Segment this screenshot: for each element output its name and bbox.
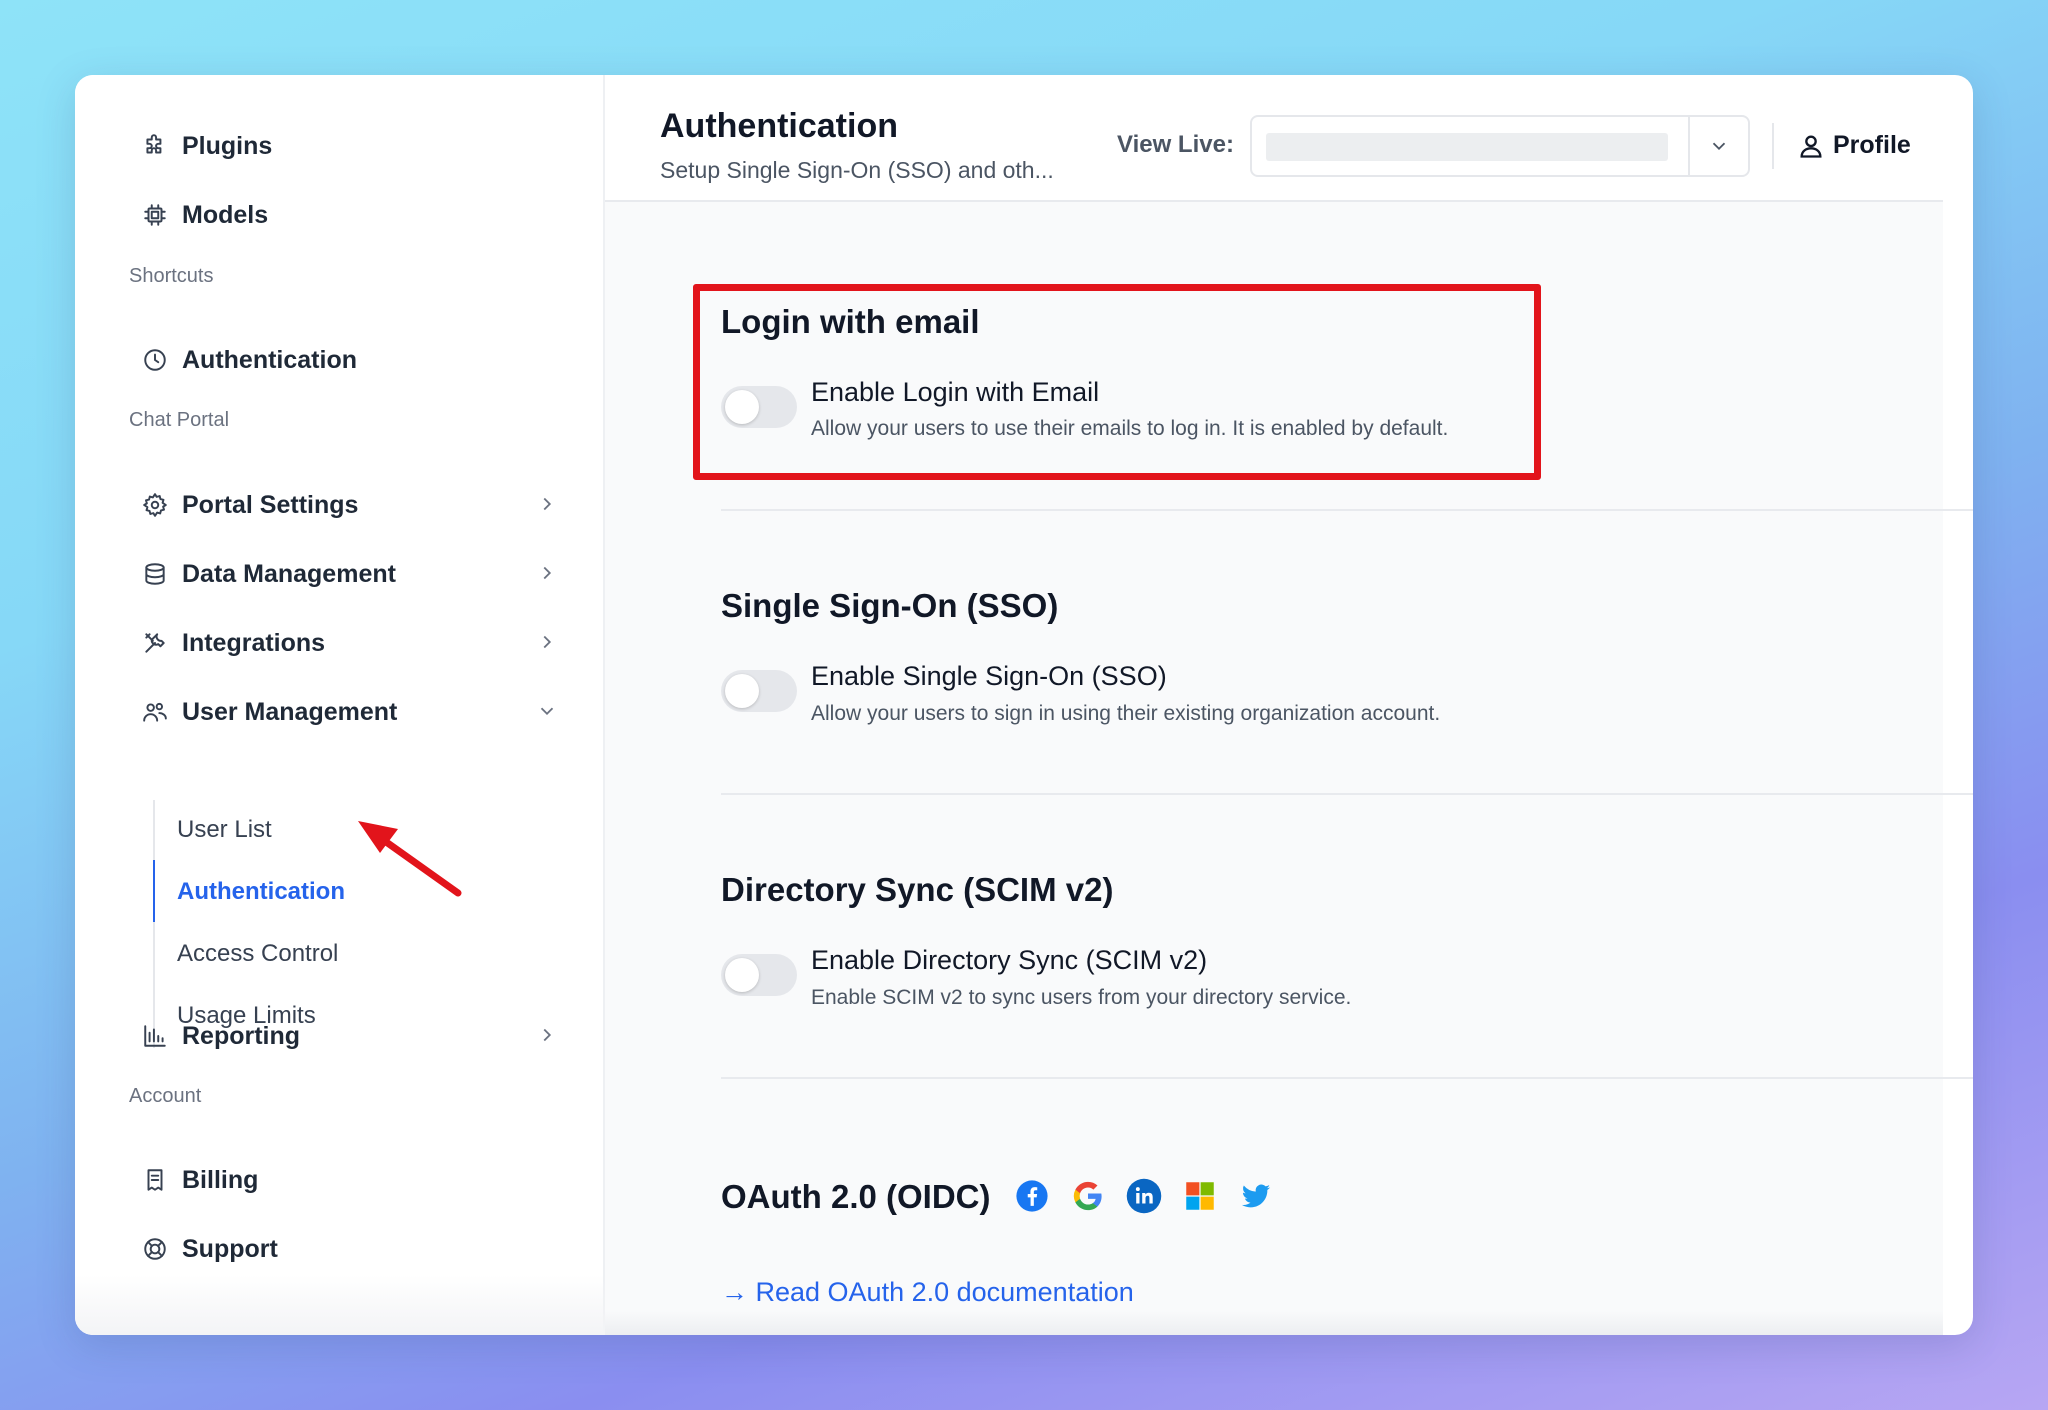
gear-icon bbox=[140, 490, 170, 520]
sidebar-item-billing[interactable]: Billing bbox=[140, 1155, 560, 1205]
main-fade bbox=[605, 1311, 1943, 1335]
sub-item-authentication[interactable]: Authentication bbox=[177, 878, 345, 906]
clock-icon bbox=[140, 345, 170, 375]
section-title-oauth: OAuth 2.0 (OIDC) bbox=[721, 1178, 991, 1215]
puzzle-icon bbox=[140, 131, 170, 161]
view-live-dropdown-button[interactable] bbox=[1688, 117, 1748, 175]
option-title-scim: Enable Directory Sync (SCIM v2) bbox=[811, 945, 1208, 975]
sidebar-item-plugins[interactable]: Plugins bbox=[140, 121, 560, 171]
lifebuoy-icon bbox=[140, 1234, 170, 1264]
header-divider bbox=[1772, 123, 1774, 169]
sidebar-item-label: User Management bbox=[182, 697, 398, 726]
view-live-label: View Live: bbox=[1117, 131, 1234, 158]
read-oauth-docs-link[interactable]: → Read OAuth 2.0 documentation bbox=[721, 1277, 1134, 1308]
chevron-right-icon bbox=[536, 562, 560, 586]
view-live-value[interactable] bbox=[1266, 133, 1668, 161]
option-desc-email: Allow your users to use their emails to … bbox=[811, 417, 1449, 440]
sidebar-item-portal-settings[interactable]: Portal Settings bbox=[140, 480, 560, 530]
app-window: Plugins Models Shortcuts Authentication … bbox=[75, 75, 1973, 1335]
option-desc-sso: Allow your users to sign in using their … bbox=[811, 702, 1441, 725]
oauth-provider-icons bbox=[1014, 1178, 1274, 1214]
section-title-email: Login with email bbox=[721, 303, 980, 340]
page-subtitle: Setup Single Sign-On (SSO) and oth... bbox=[660, 157, 1054, 183]
sidebar-item-label: Integrations bbox=[182, 628, 326, 657]
twitter-icon[interactable] bbox=[1238, 1178, 1274, 1214]
section-title-scim: Directory Sync (SCIM v2) bbox=[721, 871, 1114, 908]
main-content: Authentication Setup Single Sign-On (SSO… bbox=[605, 75, 1973, 1335]
section-divider bbox=[721, 509, 1973, 511]
sidebar-item-label: Billing bbox=[182, 1165, 259, 1194]
annotation-arrow-icon bbox=[358, 821, 462, 897]
chevron-right-icon bbox=[536, 493, 560, 517]
section-heading-shortcuts: Shortcuts bbox=[129, 265, 214, 287]
chevron-right-icon bbox=[536, 1024, 560, 1048]
users-icon bbox=[140, 697, 170, 727]
toggle-login-email[interactable] bbox=[721, 386, 797, 428]
google-icon[interactable] bbox=[1070, 1178, 1106, 1214]
section-heading-chat-portal: Chat Portal bbox=[129, 409, 230, 431]
sidebar-item-label: Reporting bbox=[182, 1021, 301, 1050]
page-title: Authentication bbox=[660, 107, 898, 145]
sidebar-item-label: Data Management bbox=[182, 559, 396, 588]
toggle-scim[interactable] bbox=[721, 954, 797, 996]
linkedin-icon[interactable] bbox=[1126, 1178, 1162, 1214]
chevron-down-icon bbox=[536, 700, 560, 724]
submenu-active-indicator bbox=[153, 860, 155, 922]
sidebar-item-user-management[interactable]: User Management bbox=[140, 687, 560, 737]
facebook-icon[interactable] bbox=[1014, 1178, 1050, 1214]
sidebar-item-shortcut-authentication[interactable]: Authentication bbox=[140, 335, 560, 385]
profile-button[interactable]: Profile bbox=[1797, 131, 1911, 160]
microsoft-icon[interactable] bbox=[1182, 1178, 1218, 1214]
sidebar-item-label: Portal Settings bbox=[182, 490, 359, 519]
sub-item-user-list[interactable]: User List bbox=[177, 816, 272, 844]
option-desc-scim: Enable SCIM v2 to sync users from your d… bbox=[811, 986, 1352, 1009]
sidebar-item-label: Plugins bbox=[182, 131, 273, 160]
sidebar-item-integrations[interactable]: Integrations bbox=[140, 618, 560, 668]
section-title-sso: Single Sign-On (SSO) bbox=[721, 587, 1059, 624]
sidebar-item-label: Authentication bbox=[182, 345, 357, 374]
section-heading-account: Account bbox=[129, 1085, 202, 1107]
sidebar-item-label: Support bbox=[182, 1234, 278, 1263]
chevron-down-icon bbox=[1708, 135, 1730, 157]
profile-label: Profile bbox=[1833, 131, 1911, 159]
option-title-email: Enable Login with Email bbox=[811, 377, 1100, 407]
sidebar-item-label: Models bbox=[182, 200, 269, 229]
sidebar-item-support[interactable]: Support bbox=[140, 1224, 560, 1274]
sidebar-item-models[interactable]: Models bbox=[140, 190, 560, 240]
option-title-sso: Enable Single Sign-On (SSO) bbox=[811, 661, 1167, 691]
receipt-icon bbox=[140, 1165, 170, 1195]
sidebar: Plugins Models Shortcuts Authentication … bbox=[75, 75, 605, 1335]
view-live-select[interactable] bbox=[1250, 115, 1750, 177]
database-icon bbox=[140, 559, 170, 589]
tools-icon bbox=[140, 628, 170, 658]
top-bar: Authentication Setup Single Sign-On (SSO… bbox=[605, 75, 1943, 202]
sub-item-access-control[interactable]: Access Control bbox=[177, 940, 338, 968]
sidebar-fade bbox=[75, 1275, 605, 1335]
user-icon bbox=[1800, 135, 1822, 158]
section-divider bbox=[721, 793, 1973, 795]
toggle-sso[interactable] bbox=[721, 670, 797, 712]
sidebar-item-reporting[interactable]: Reporting bbox=[140, 1011, 560, 1061]
chevron-right-icon bbox=[536, 631, 560, 655]
chip-icon bbox=[140, 200, 170, 230]
section-divider bbox=[721, 1077, 1973, 1079]
bar-chart-icon bbox=[140, 1021, 170, 1051]
sidebar-item-data-management[interactable]: Data Management bbox=[140, 549, 560, 599]
